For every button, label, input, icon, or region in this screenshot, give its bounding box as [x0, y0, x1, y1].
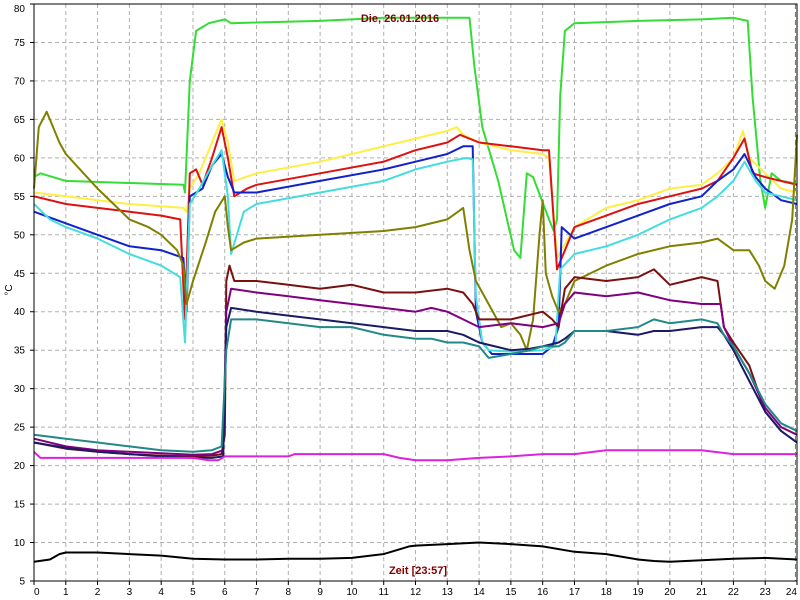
y-tick-label: 5 — [19, 577, 25, 588]
x-tick-label: 6 — [222, 587, 228, 598]
x-tick-label: 10 — [346, 587, 358, 598]
x-tick-label: 17 — [569, 587, 581, 598]
x-tick-label: 20 — [664, 587, 676, 598]
x-tick-label: 15 — [505, 587, 517, 598]
y-tick-label: 75 — [14, 38, 26, 49]
x-tick-label: 16 — [537, 587, 549, 598]
y-tick-label: 70 — [14, 76, 26, 87]
x-tick-label: 13 — [442, 587, 454, 598]
x-axis-label: Zeit [23:57] — [389, 565, 447, 577]
x-tick-label: 21 — [696, 587, 708, 598]
y-tick-label: 45 — [14, 269, 26, 280]
y-tick-label: 15 — [14, 500, 26, 511]
y-tick-label: 30 — [14, 384, 26, 395]
x-tick-label: 7 — [254, 587, 260, 598]
temperature-chart: 0 1 2 3 4 5 6 7 8 9 10 11 12 13 14 15 16 17 18 19 20 21 22 23 24… — [0, 0, 800, 600]
y-tick-label: 80 — [14, 4, 26, 15]
y-tick-label: 40 — [14, 307, 26, 318]
y-tick-label: 20 — [14, 461, 26, 472]
x-tick-label: 22 — [728, 587, 740, 598]
x-tick-label: 11 — [379, 587, 390, 598]
x-tick-label: 19 — [632, 587, 644, 598]
x-tick-label: 1 — [63, 587, 69, 598]
chart-background — [0, 0, 800, 600]
y-axis-label: °C — [4, 284, 15, 295]
y-tick-label: 55 — [14, 192, 26, 203]
x-tick-label: 3 — [127, 587, 133, 598]
x-tick-label: 14 — [474, 587, 486, 598]
x-tick-label: 5 — [190, 587, 196, 598]
x-tick-label: 9 — [317, 587, 323, 598]
chart-title: Die, 26.01.2016 — [361, 13, 439, 25]
y-tick-label: 65 — [14, 115, 26, 126]
x-tick-label: 12 — [410, 587, 422, 598]
y-tick-label: 50 — [14, 230, 26, 241]
x-tick-label: 8 — [286, 587, 292, 598]
y-tick-label: 60 — [14, 153, 26, 164]
y-tick-label: 25 — [14, 423, 26, 434]
x-tick-label: 23 — [760, 587, 772, 598]
x-tick-label: 0 — [34, 587, 40, 598]
x-tick-label: 18 — [601, 587, 613, 598]
x-tick-label: 4 — [158, 587, 164, 598]
y-tick-label: 35 — [14, 346, 26, 357]
y-tick-label: 10 — [14, 538, 26, 549]
x-tick-label: 2 — [95, 587, 101, 598]
x-tick-label: 24 — [786, 587, 798, 598]
